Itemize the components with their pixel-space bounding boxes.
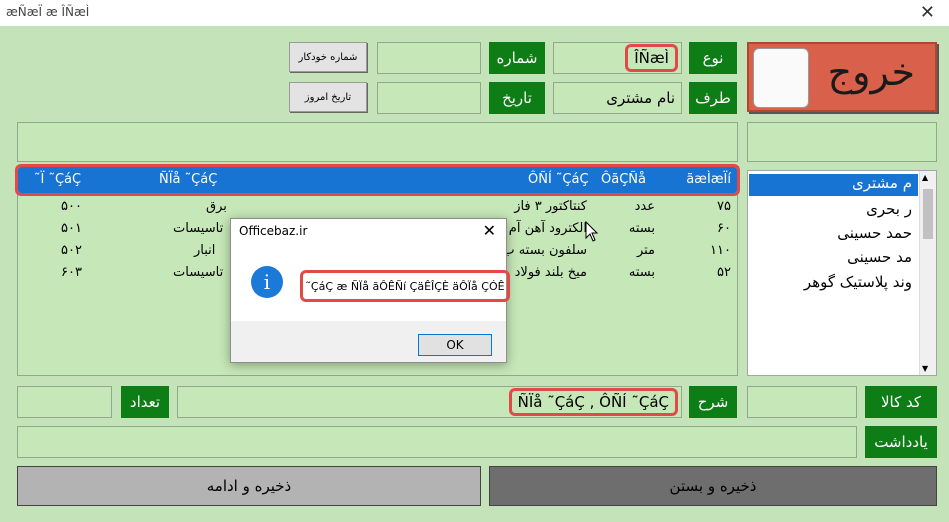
message-dialog: Officebaz.ir ✕ i ˜ÇáÇ æ ÑÏå ãÔÊÑí ÇäÊÎÇÈ…: [230, 218, 510, 363]
mouse-cursor-icon: [585, 221, 599, 242]
group-cell: انبار: [194, 243, 216, 258]
scroll-thumb[interactable]: [923, 189, 933, 239]
search-box-wide[interactable]: [17, 122, 738, 162]
list-item[interactable]: حمد حسینی: [837, 224, 912, 242]
group-cell: برق: [206, 199, 227, 214]
code-cell: ۵۰۲: [61, 243, 82, 258]
scroll-down-icon[interactable]: ▼: [922, 364, 928, 373]
number-field[interactable]: [377, 42, 481, 74]
code-field[interactable]: [747, 386, 857, 418]
list-item[interactable]: مد حسینی: [847, 248, 912, 266]
desc-cell: میخ بلند فولاد: [514, 265, 587, 280]
note-label: یادداشت: [865, 426, 937, 458]
type-value: ÎÑæÌ: [625, 44, 678, 72]
desc-cell: الکترود آهن آم: [508, 221, 587, 236]
window-close-icon[interactable]: ✕: [920, 2, 935, 23]
quantity-field[interactable]: [17, 386, 112, 418]
dialog-close-icon[interactable]: ✕: [483, 221, 496, 240]
ok-button[interactable]: OK: [418, 334, 492, 356]
stock-cell: ۶۰: [717, 221, 731, 236]
description-value: ÑÏå ˜ÇáÇ , ÔÑÍ ˜ÇáÇ: [508, 388, 679, 416]
stock-cell: ۱۱۰: [710, 243, 731, 258]
type-field[interactable]: ÎÑæÌ: [553, 42, 682, 74]
window-title: æÑæÏ æ ÎÑæÌ: [6, 5, 90, 19]
dialog-message: ˜ÇáÇ æ ÑÏå ãÔÊÑí ÇäÊÎÇÈ äÔÏå ÇÓÊ: [300, 270, 510, 302]
side-label: طرف: [689, 82, 737, 114]
unit-cell: بسته: [628, 265, 655, 280]
auto-number-button[interactable]: شماره خودکار: [289, 42, 367, 72]
unit-cell: عدد: [634, 199, 655, 214]
table-row[interactable]: ۷۵ عدد کنتاکتور ۳ فاز برق ۵۰۰: [18, 197, 737, 219]
customer-list[interactable]: م مشتری ر بحری حمد حسینی مد حسینی وند پل…: [747, 170, 937, 376]
code-cell: ۵۰۰: [61, 199, 82, 214]
unit-cell: متر: [636, 243, 655, 258]
column-header: ãæÌæÏí: [686, 172, 731, 187]
exit-square-icon: [753, 48, 809, 108]
side-field[interactable]: نام مشتری: [553, 82, 682, 114]
dialog-title: Officebaz.ir: [239, 224, 308, 238]
quantity-label: تعداد: [121, 386, 169, 418]
save-continue-button[interactable]: ذخیره و ادامه: [17, 466, 481, 506]
exit-button[interactable]: خروج: [747, 42, 937, 112]
column-header: ˜Ï ˜ÇáÇ: [34, 172, 82, 187]
title-bar: æÑæÏ æ ÎÑæÌ ✕: [0, 0, 949, 26]
stock-cell: ۷۵: [717, 199, 731, 214]
stock-cell: ۵۲: [717, 265, 731, 280]
grid-header: ãæÌæÏí ÔãÇÑå ÔÑÍ ˜ÇáÇ ÑÏå ˜ÇáÇ ˜Ï ˜ÇáÇ: [15, 164, 740, 196]
description-label: شرح: [689, 386, 737, 418]
note-field[interactable]: [17, 426, 857, 458]
list-item[interactable]: م مشتری: [749, 174, 918, 196]
group-cell: تاسیسات: [173, 265, 224, 280]
code-cell: ۶۰۳: [61, 265, 82, 280]
info-icon: i: [251, 266, 283, 298]
column-header: ÔÑÍ ˜ÇáÇ: [528, 172, 589, 187]
column-header: ÑÏå ˜ÇáÇ: [159, 172, 218, 187]
code-cell: ۵۰۱: [61, 221, 82, 236]
search-box-side[interactable]: [747, 122, 937, 162]
date-field[interactable]: [377, 82, 481, 114]
group-cell: تاسیسات: [173, 221, 224, 236]
date-label: تاریخ: [489, 82, 545, 114]
number-label: شماره: [489, 42, 545, 74]
list-scrollbar[interactable]: ▲ ▼: [919, 171, 936, 375]
code-label: کد کالا: [865, 386, 937, 418]
list-item[interactable]: ر بحری: [866, 200, 912, 218]
unit-cell: بسته: [628, 221, 655, 236]
save-close-button[interactable]: ذخیره و بستن: [489, 466, 937, 506]
desc-cell: کنتاکتور ۳ فاز: [514, 199, 587, 214]
type-label: نوع: [689, 42, 737, 74]
column-header: ÔãÇÑå: [601, 172, 646, 187]
list-item[interactable]: وند پلاستیک گوهر: [804, 273, 912, 291]
exit-label: خروج: [827, 50, 915, 94]
scroll-up-icon[interactable]: ▲: [922, 173, 928, 182]
description-field[interactable]: ÑÏå ˜ÇáÇ , ÔÑÍ ˜ÇáÇ: [177, 386, 682, 418]
today-date-button[interactable]: تاریخ امروز: [289, 82, 367, 112]
desc-cell: سلفون بسته ب: [502, 243, 587, 258]
